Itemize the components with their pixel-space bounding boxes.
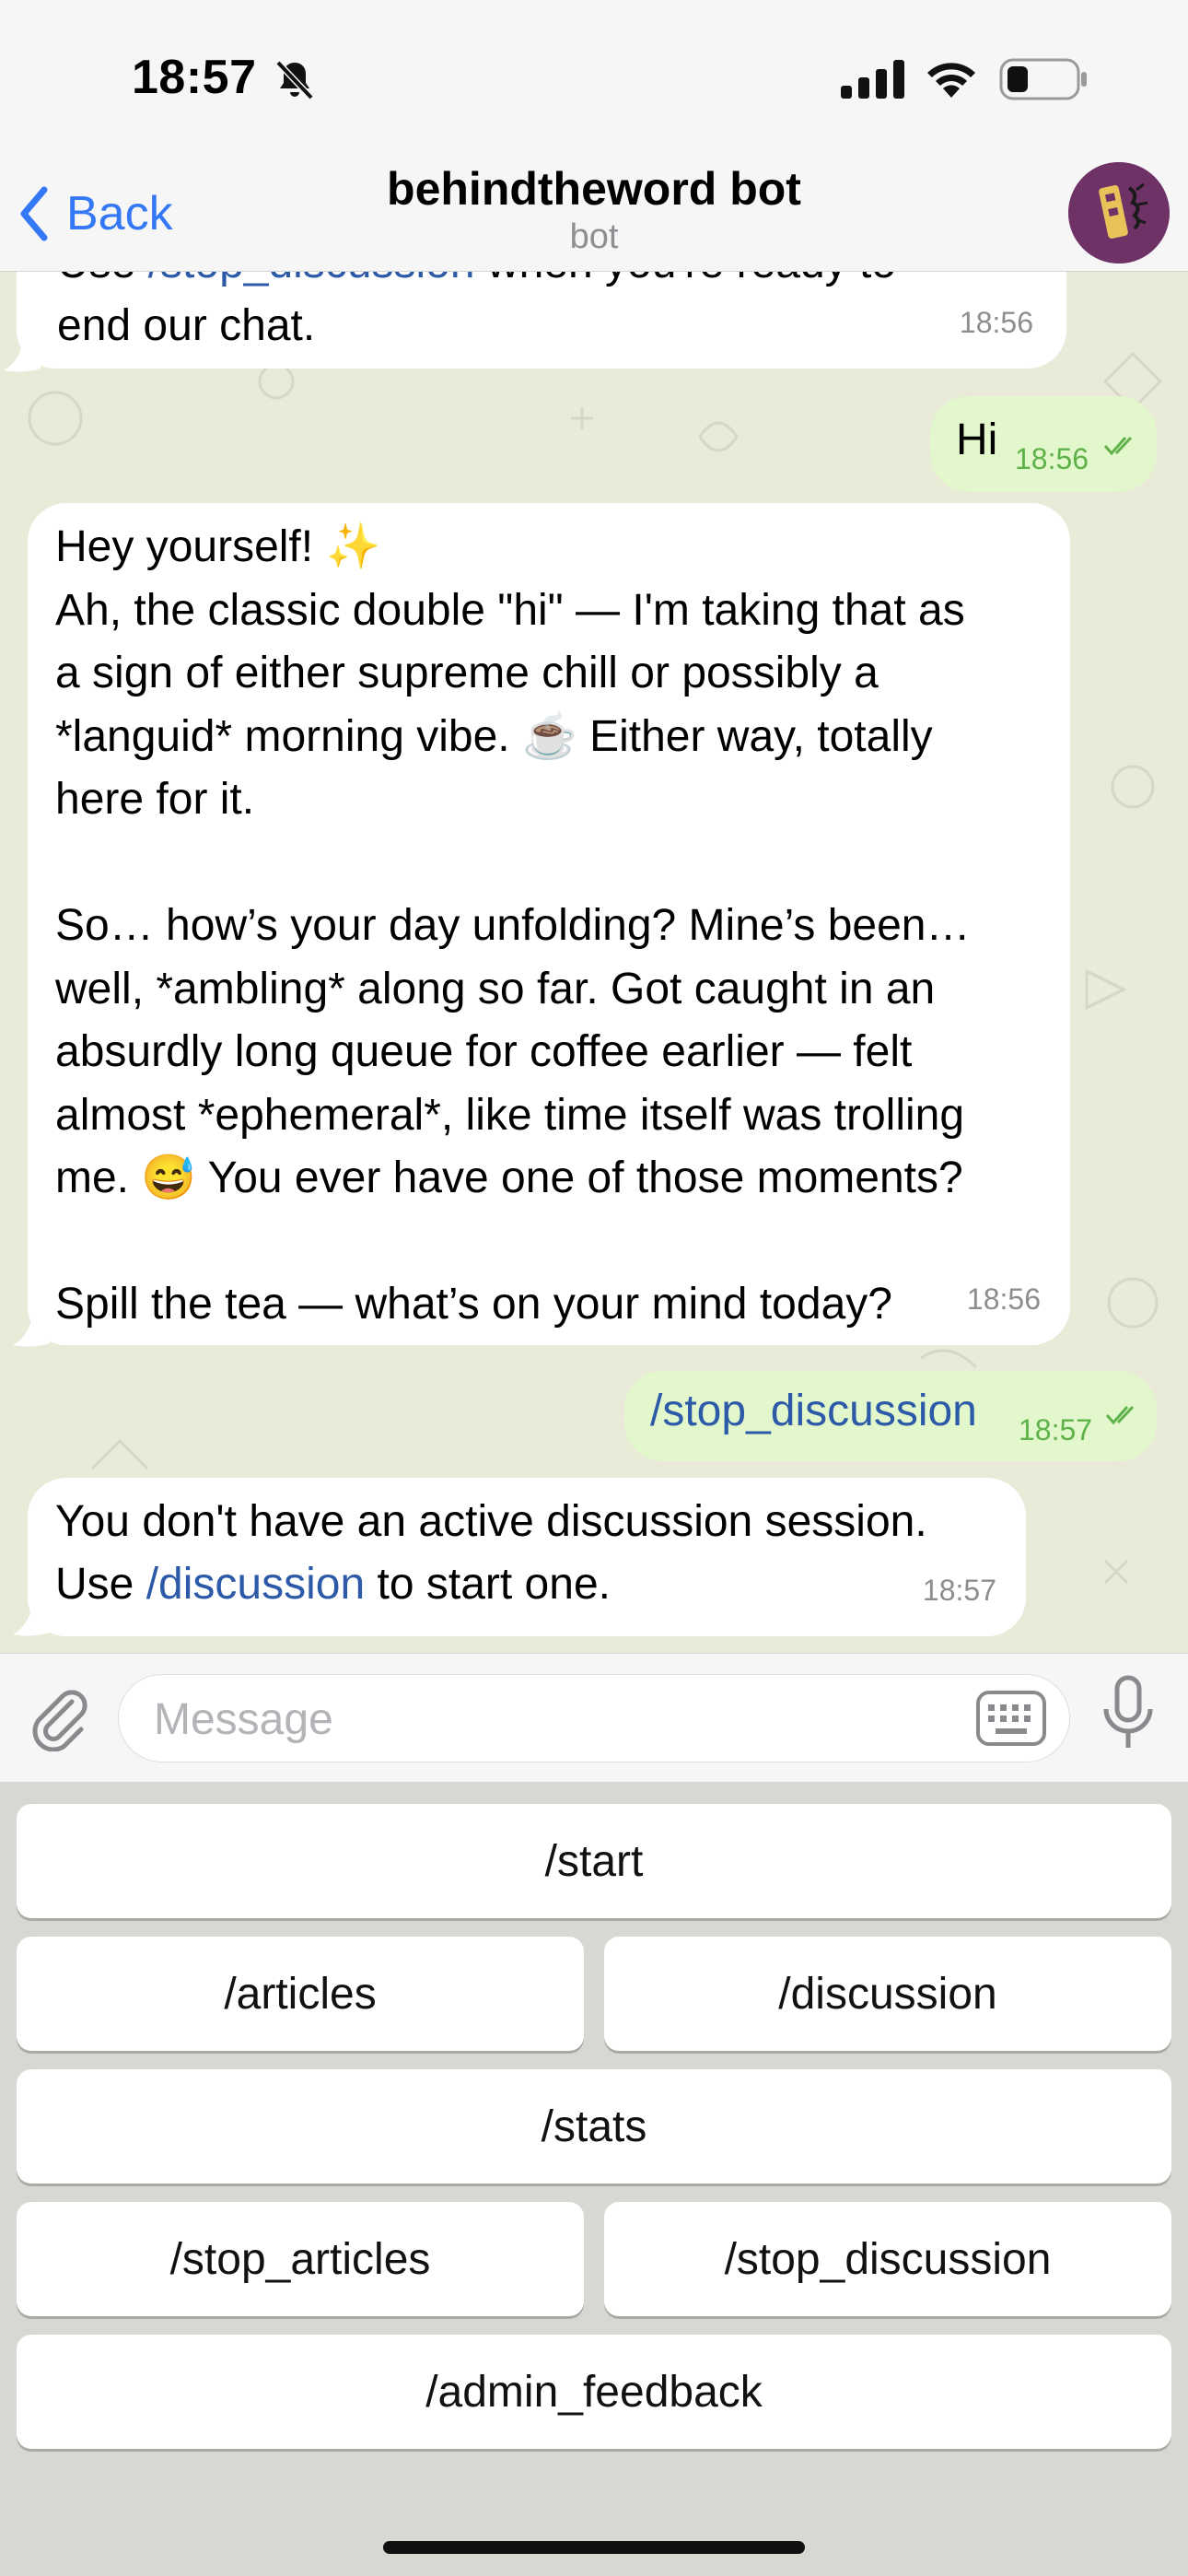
keyboard-button-articles[interactable]: /articles: [17, 1937, 584, 2051]
keyboard-button-stop-articles[interactable]: /stop_articles: [17, 2202, 584, 2316]
message-time: 18:56: [1015, 442, 1089, 475]
keyboard-button-stats[interactable]: /stats: [17, 2069, 1171, 2184]
keyboard-button-start[interactable]: /start: [17, 1804, 1171, 1918]
message-time: 18:56: [959, 305, 1033, 339]
keyboard-button-admin-feedback[interactable]: /admin_feedback: [17, 2335, 1171, 2449]
message-text: You don't have an active discussion sess…: [55, 1497, 927, 1546]
message-outgoing[interactable]: Hi 18:56: [930, 396, 1157, 492]
command-link[interactable]: /stop_discussion: [148, 271, 475, 287]
message-time: 18:57: [1019, 1413, 1093, 1446]
home-indicator: [383, 2541, 805, 2554]
wifi-icon: [927, 63, 975, 98]
message-time: 18:57: [922, 1573, 996, 1607]
message-text: Hey yourself! ✨ Ah, the classic double "…: [55, 522, 971, 1329]
chat-title[interactable]: behindtheword bot: [0, 162, 1188, 216]
message-text: Use /discussion to start one.: [55, 1560, 611, 1609]
chat-area[interactable]: Use /stop_discussion when you're ready t…: [0, 271, 1188, 1653]
bot-avatar-icon: [1068, 162, 1170, 263]
message-outgoing[interactable]: /stop_discussion 18:57: [624, 1371, 1157, 1461]
message-time: 18:56: [966, 1282, 1041, 1316]
avatar[interactable]: [1068, 162, 1170, 263]
message-field[interactable]: [118, 1674, 1070, 1763]
message-incoming[interactable]: Use /stop_discussion when you're ready t…: [17, 271, 1066, 369]
message-text: end our chat.: [57, 301, 316, 350]
command-link[interactable]: /stop_discussion: [650, 1380, 977, 1444]
keyboard-button-stop-discussion[interactable]: /stop_discussion: [604, 2202, 1171, 2316]
message-input[interactable]: [152, 1675, 984, 1763]
battery-icon: [999, 58, 1087, 100]
chat-header: Back behindtheword bot bot: [0, 157, 1188, 272]
bubble-tail: [13, 1601, 50, 1636]
message-incoming[interactable]: You don't have an active discussion sess…: [28, 1478, 1026, 1636]
paperclip-icon[interactable]: [24, 1681, 94, 1751]
status-time: 18:57: [132, 51, 257, 104]
composer: [0, 1653, 1188, 1783]
chat-subtitle: bot: [569, 217, 619, 256]
message-incoming[interactable]: Hey yourself! ✨ Ah, the classic double "…: [28, 503, 1070, 1345]
double-check-icon: [1105, 1405, 1135, 1425]
microphone-icon[interactable]: [1101, 1674, 1156, 1757]
reply-keyboard: /start /articles /discussion /stats /sto…: [0, 1782, 1188, 2576]
keyboard-icon[interactable]: [975, 1690, 1047, 1747]
message-text: Use /stop_discussion when you're ready t…: [57, 271, 1033, 296]
double-check-icon: [1103, 436, 1133, 456]
keyboard-button-discussion[interactable]: /discussion: [604, 1937, 1171, 2051]
bell-slash-icon: [275, 60, 314, 100]
bubble-tail: [13, 1312, 50, 1347]
status-bar: 18:57: [0, 0, 1188, 157]
bubble-tail: [4, 337, 41, 372]
command-link[interactable]: /discussion: [146, 1560, 365, 1609]
signal-icon: [841, 60, 904, 99]
message-text: Hi: [956, 416, 998, 464]
